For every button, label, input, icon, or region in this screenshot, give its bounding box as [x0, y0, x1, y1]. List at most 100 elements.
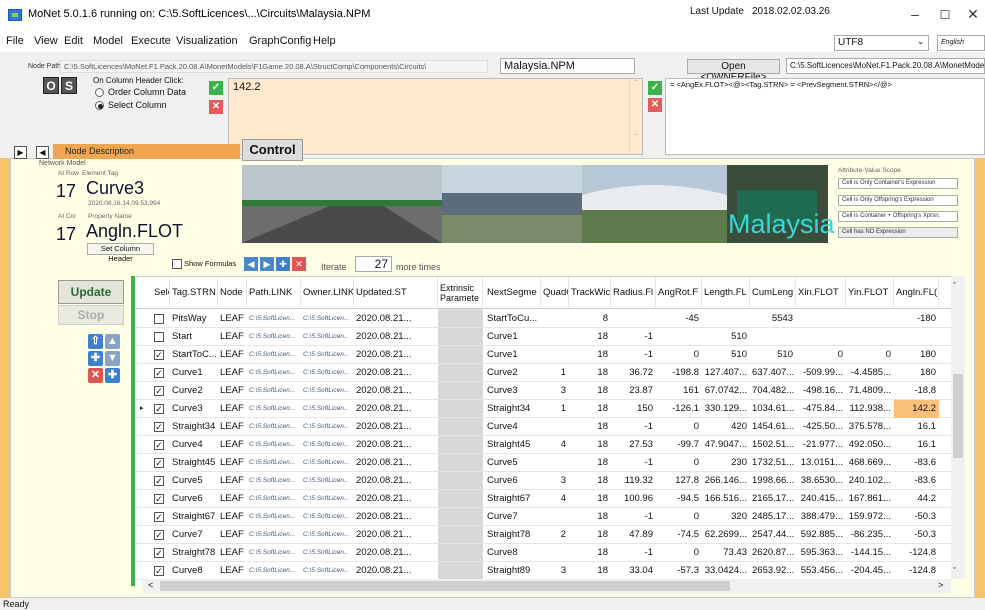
- cell-quad[interactable]: [541, 328, 569, 346]
- cell-path-link[interactable]: C:\5.SoftLicen...: [247, 346, 301, 364]
- cell-node[interactable]: LEAF: [218, 382, 247, 400]
- cell-angrot[interactable]: 0: [656, 508, 702, 526]
- cell-path-link[interactable]: C:\5.SoftLicen...: [247, 328, 301, 346]
- add-row-icon[interactable]: ✚: [105, 368, 120, 383]
- cell-cum-length[interactable]: 1454.61...: [750, 418, 796, 436]
- expand-right-icon[interactable]: ▶: [14, 146, 27, 159]
- cell-cum-length[interactable]: 2485.17...: [750, 508, 796, 526]
- cell-xin[interactable]: 38.6530...: [796, 472, 846, 490]
- table-row[interactable]: PitsWay LEAF C:\5.SoftLicen... C:\5.SoftLic…: [136, 310, 951, 328]
- menu-file[interactable]: File: [6, 35, 24, 47]
- cell-angrot[interactable]: 0: [656, 454, 702, 472]
- cell-length[interactable]: [702, 310, 750, 328]
- cell-track-width[interactable]: 18: [569, 400, 611, 418]
- cell-updated[interactable]: 2020.08.21...: [354, 508, 438, 526]
- remove-row-icon[interactable]: ✕: [88, 368, 103, 383]
- cell-yin[interactable]: 375.578...: [846, 418, 894, 436]
- cell-angrot[interactable]: -99.7: [656, 436, 702, 454]
- cell-owner-link[interactable]: C:\5.SoftLicen...: [301, 490, 354, 508]
- cell-angin[interactable]: -124.8: [894, 544, 939, 562]
- cell-yin[interactable]: -86.235...: [846, 526, 894, 544]
- cell-quad[interactable]: 4: [541, 490, 569, 508]
- cell-quad[interactable]: 2: [541, 526, 569, 544]
- cell-cum-length[interactable]: 704.482...: [750, 382, 796, 400]
- column-header-extrinsic[interactable]: Extrinsic Paramete: [438, 277, 483, 309]
- cell-xin[interactable]: -425.50...: [796, 418, 846, 436]
- scope-offspring-expression[interactable]: Cell is Only Offspring's Expression: [838, 195, 958, 206]
- cell-cum-length[interactable]: 2620.87...: [750, 544, 796, 562]
- cell-angin[interactable]: -50.3: [894, 526, 939, 544]
- menu-model[interactable]: Model: [93, 35, 123, 47]
- cell-quad[interactable]: 3: [541, 472, 569, 490]
- reject-formula-icon[interactable]: ✕: [648, 98, 662, 112]
- cell-node[interactable]: LEAF: [218, 310, 247, 328]
- cell-node[interactable]: LEAF: [218, 472, 247, 490]
- row-select-checkbox[interactable]: ✓: [152, 508, 170, 526]
- accept-formula-icon[interactable]: ✓: [648, 81, 662, 95]
- cell-updated[interactable]: 2020.08.21...: [354, 490, 438, 508]
- cell-node[interactable]: LEAF: [218, 400, 247, 418]
- cell-radius[interactable]: 36.72: [611, 364, 656, 382]
- reject-expression-icon[interactable]: ✕: [209, 100, 223, 114]
- cell-tag[interactable]: Curve6: [170, 490, 218, 508]
- column-header-node[interactable]: Node: [218, 277, 247, 309]
- cell-radius[interactable]: -1: [611, 544, 656, 562]
- move-down-icon[interactable]: ▼: [105, 351, 120, 366]
- cell-track-width[interactable]: 18: [569, 364, 611, 382]
- cell-next-segment[interactable]: Straight67: [485, 490, 541, 508]
- row-select-checkbox[interactable]: ✓: [152, 544, 170, 562]
- cell-xin[interactable]: 595.363...: [796, 544, 846, 562]
- cell-track-width[interactable]: 18: [569, 526, 611, 544]
- select-column-radio[interactable]: [95, 101, 104, 110]
- maximize-button[interactable]: ☐: [930, 8, 960, 22]
- cell-xin[interactable]: 240.415...: [796, 490, 846, 508]
- cell-tag[interactable]: Curve2: [170, 382, 218, 400]
- cell-xin[interactable]: 592.885...: [796, 526, 846, 544]
- cell-xin[interactable]: -498.16...: [796, 382, 846, 400]
- cell-angin[interactable]: 16.1: [894, 418, 939, 436]
- cell-yin[interactable]: -204.45...: [846, 562, 894, 580]
- add-icon[interactable]: ✚: [276, 257, 290, 271]
- cell-yin[interactable]: 112.938...: [846, 400, 894, 418]
- cell-next-segment[interactable]: Curve6: [485, 472, 541, 490]
- cell-quad[interactable]: 3: [541, 562, 569, 580]
- cell-angrot[interactable]: 161: [656, 382, 702, 400]
- cell-path-link[interactable]: C:\5.SoftLicen...: [247, 526, 301, 544]
- cell-updated[interactable]: 2020.08.21...: [354, 562, 438, 580]
- accept-expression-icon[interactable]: ✓: [209, 81, 223, 95]
- next-icon[interactable]: ▶: [260, 257, 274, 271]
- menu-visualization[interactable]: Visualization: [176, 35, 238, 47]
- cell-yin[interactable]: 468.669...: [846, 454, 894, 472]
- cell-tag[interactable]: Curve3: [170, 400, 218, 418]
- show-formulas-checkbox[interactable]: [172, 259, 182, 269]
- cell-updated[interactable]: 2020.08.21...: [354, 436, 438, 454]
- cell-xin[interactable]: -509.99...: [796, 364, 846, 382]
- set-column-header-button[interactable]: Set Column Header: [87, 243, 154, 263]
- cell-next-segment[interactable]: Curve4: [485, 418, 541, 436]
- cell-updated[interactable]: 2020.08.21...: [354, 382, 438, 400]
- right-side-strip[interactable]: [975, 158, 985, 598]
- cell-path-link[interactable]: C:\5.SoftLicen...: [247, 490, 301, 508]
- cell-cum-length[interactable]: 2547.44...: [750, 526, 796, 544]
- cell-owner-link[interactable]: C:\5.SoftLicen...: [301, 436, 354, 454]
- cell-track-width[interactable]: 18: [569, 562, 611, 580]
- data-grid[interactable]: SeleTag.STRNNodePath.LINKOwner.LINKUpdat…: [136, 276, 951, 586]
- cell-yin[interactable]: -4.4585...: [846, 364, 894, 382]
- cell-angrot[interactable]: -74.5: [656, 526, 702, 544]
- table-row[interactable]: ✓ Straight34 LEAF C:\5.SoftLicen... C:\5.Sof…: [136, 418, 951, 436]
- menu-graphconfig[interactable]: GraphConfig: [249, 35, 311, 47]
- column-header-radius[interactable]: Radius.Fl: [611, 277, 656, 309]
- cell-xin[interactable]: 0: [796, 346, 846, 364]
- cell-quad[interactable]: [541, 454, 569, 472]
- cell-node[interactable]: LEAF: [218, 364, 247, 382]
- row-select-checkbox[interactable]: ✓: [152, 364, 170, 382]
- table-row[interactable]: ▸ ✓ Curve3 LEAF C:\5.SoftLicen... C:\5.SoftLi…: [136, 400, 951, 418]
- cell-node[interactable]: LEAF: [218, 508, 247, 526]
- scroll-down-icon[interactable]: ˇ: [953, 566, 956, 576]
- cell-next-segment[interactable]: Straight34: [485, 400, 541, 418]
- open-owner-button[interactable]: Open <OWNERFile>: [687, 59, 780, 83]
- scope-container-expression[interactable]: Cell is Only Container's Expression: [838, 178, 958, 189]
- cell-cum-length[interactable]: [750, 328, 796, 346]
- control-button[interactable]: Control: [242, 139, 303, 161]
- cell-updated[interactable]: 2020.08.21...: [354, 544, 438, 562]
